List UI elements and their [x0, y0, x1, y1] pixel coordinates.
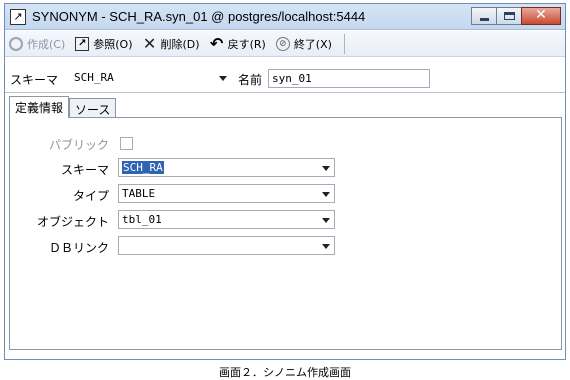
- reference-label: 参照(O): [93, 37, 133, 51]
- synonym-window-icon: ↗: [10, 9, 26, 25]
- chevron-down-icon: [322, 166, 330, 171]
- tab-definition[interactable]: 定義情報: [9, 96, 70, 118]
- chevron-down-icon: [322, 192, 330, 197]
- form-row-schema: スキーマ: [10, 158, 109, 180]
- header-schema-value: SCH_RA: [74, 71, 114, 84]
- object-select[interactable]: tbl_01: [118, 210, 335, 229]
- synonym-window: ↗ SYNONYM - SCH_RA.syn_01 @ postgres/loc…: [4, 3, 566, 360]
- type-value: TABLE: [122, 187, 156, 200]
- toolbar-separator: [343, 33, 345, 54]
- tab-strip: 定義情報 ソース: [9, 96, 117, 118]
- header-name-input[interactable]: syn_01: [268, 69, 430, 88]
- form-row-type: タイプ: [10, 184, 109, 206]
- create-button[interactable]: 作成(C): [9, 34, 65, 54]
- maximize-button[interactable]: [496, 7, 522, 25]
- object-label: オブジェクト: [36, 215, 109, 229]
- minimize-button[interactable]: [471, 7, 497, 25]
- schema-value: SCH_RA: [122, 161, 164, 174]
- title-bar[interactable]: ↗ SYNONYM - SCH_RA.syn_01 @ postgres/loc…: [5, 4, 565, 30]
- header-name-value: syn_01: [272, 72, 312, 85]
- revert-icon: ↶: [209, 33, 224, 53]
- reference-button[interactable]: ↗ 参照(O): [75, 34, 133, 54]
- dblink-select[interactable]: [118, 236, 335, 255]
- window-controls: ✕: [471, 7, 561, 26]
- chevron-down-icon: [322, 244, 330, 249]
- exit-label: 終了(X): [293, 37, 332, 51]
- create-label: 作成(C): [27, 37, 66, 51]
- header-schema-label: スキーマ: [10, 73, 59, 87]
- header-name-label: 名前: [238, 73, 263, 87]
- chevron-down-icon: [322, 218, 330, 223]
- revert-button[interactable]: ↶ 戻す(R): [210, 34, 266, 54]
- maximize-icon: [504, 12, 515, 20]
- revert-label: 戻す(R): [227, 37, 266, 51]
- minimize-icon: [480, 18, 489, 21]
- type-select[interactable]: TABLE: [118, 184, 335, 203]
- create-icon: [9, 36, 23, 51]
- tab-source[interactable]: ソース: [69, 98, 117, 117]
- exit-button[interactable]: ⊘ 終了(X): [275, 34, 332, 54]
- schema-select[interactable]: SCH_RA: [118, 158, 335, 177]
- delete-button[interactable]: ✕ 削除(D): [143, 34, 200, 54]
- header-schema-select[interactable]: SCH_RA: [71, 69, 231, 88]
- object-value: tbl_01: [122, 213, 162, 226]
- form-row-dblink: ＤＢリンク: [10, 236, 109, 258]
- close-button[interactable]: ✕: [521, 7, 561, 25]
- figure-caption: 画面２．シノニム作成画面: [219, 366, 351, 379]
- exit-icon: ⊘: [275, 36, 290, 51]
- form-row-object: オブジェクト: [10, 210, 109, 232]
- reference-icon: ↗: [75, 36, 90, 51]
- public-label: パブリック: [48, 138, 109, 152]
- delete-icon: ✕: [142, 33, 157, 53]
- public-checkbox[interactable]: [120, 137, 133, 150]
- delete-label: 削除(D): [160, 37, 200, 51]
- form-row-public: パブリック: [10, 133, 109, 155]
- dblink-label: ＤＢリンク: [48, 241, 109, 255]
- definition-panel: パブリック スキーマ SCH_RA タイプ TABLE オブジェクト tbl_0…: [9, 117, 562, 350]
- chevron-down-icon: [219, 76, 227, 81]
- window-title: SYNONYM - SCH_RA.syn_01 @ postgres/local…: [32, 9, 366, 24]
- type-label: タイプ: [72, 189, 109, 203]
- close-icon: ✕: [535, 7, 547, 23]
- header-bar: スキーマ SCH_RA 名前 syn_01: [5, 65, 565, 93]
- schema-label: スキーマ: [60, 163, 109, 177]
- toolbar: 作成(C) ↗ 参照(O) ✕ 削除(D) ↶ 戻す(R) ⊘ 終了(X): [5, 31, 565, 57]
